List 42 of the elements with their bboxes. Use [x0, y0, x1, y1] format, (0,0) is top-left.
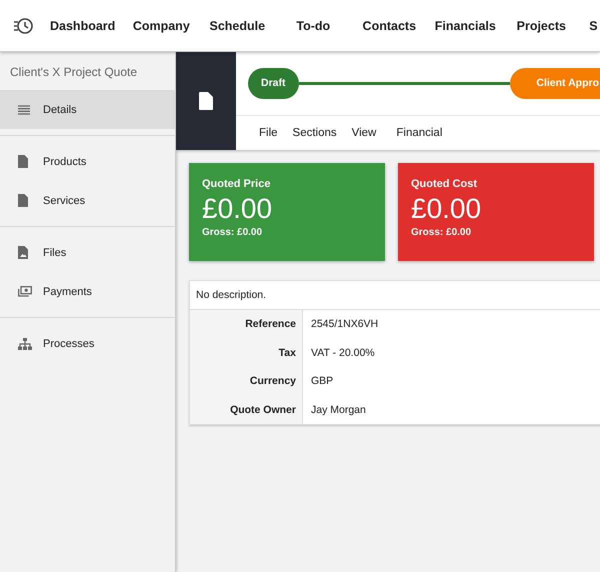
field-label: Currency: [190, 367, 303, 396]
sidebar-item[interactable]: Files: [0, 233, 175, 272]
sidebar-item[interactable]: Payments: [0, 272, 175, 311]
field-label: Quote Owner: [190, 396, 303, 424]
nav-link[interactable]: Financials: [427, 18, 504, 32]
nav-link[interactable]: Company: [123, 18, 200, 32]
document-icon: [199, 92, 213, 110]
card-amount: £0.00: [202, 193, 274, 225]
stage-pill[interactable]: Draft: [248, 68, 299, 99]
list-icon: [18, 104, 30, 114]
file-icon: [18, 194, 28, 207]
field-label: Reference: [190, 310, 303, 338]
hierarchy-icon: [18, 338, 32, 350]
field-value: Jay Morgan: [310, 402, 367, 418]
sidebar-item[interactable]: Details: [0, 90, 175, 129]
menu-item[interactable]: Sections: [292, 127, 337, 139]
card-gross: Gross: £0.00: [202, 227, 264, 238]
sidebar-item[interactable]: Products: [0, 142, 175, 181]
nav-link[interactable]: Schedule: [199, 18, 276, 32]
card-title: Quoted Cost: [411, 178, 478, 190]
menu-item[interactable]: File: [259, 127, 278, 139]
menu-item[interactable]: Financial: [396, 127, 442, 139]
field-value: VAT - 20.00%: [310, 346, 376, 360]
file-icon: [18, 155, 28, 168]
field-value: GBP: [310, 374, 334, 389]
card-gross: Gross: £0.00: [411, 227, 472, 238]
field-label: Tax: [190, 338, 303, 367]
card-title: Quoted Price: [202, 178, 272, 190]
sidebar-item[interactable]: Processes: [0, 324, 175, 363]
menu-item[interactable]: View: [352, 127, 376, 139]
clock-list-icon[interactable]: [13, 16, 33, 34]
sidebar-item[interactable]: Services: [0, 181, 175, 220]
card-amount: £0.00: [411, 193, 482, 225]
nav-link[interactable]: Dashboard: [50, 18, 116, 32]
nav-link[interactable]: Projects: [503, 18, 580, 32]
field-value: 2545/1NX6VH: [310, 317, 380, 332]
image-file-icon: [18, 246, 28, 259]
nav-link[interactable]: To-do: [275, 18, 352, 32]
quote-title: Client's X Project Quote: [9, 64, 138, 81]
money-icon: [18, 286, 32, 297]
nav-link[interactable]: Contacts: [351, 18, 428, 32]
nav-link[interactable]: S: [589, 18, 598, 32]
